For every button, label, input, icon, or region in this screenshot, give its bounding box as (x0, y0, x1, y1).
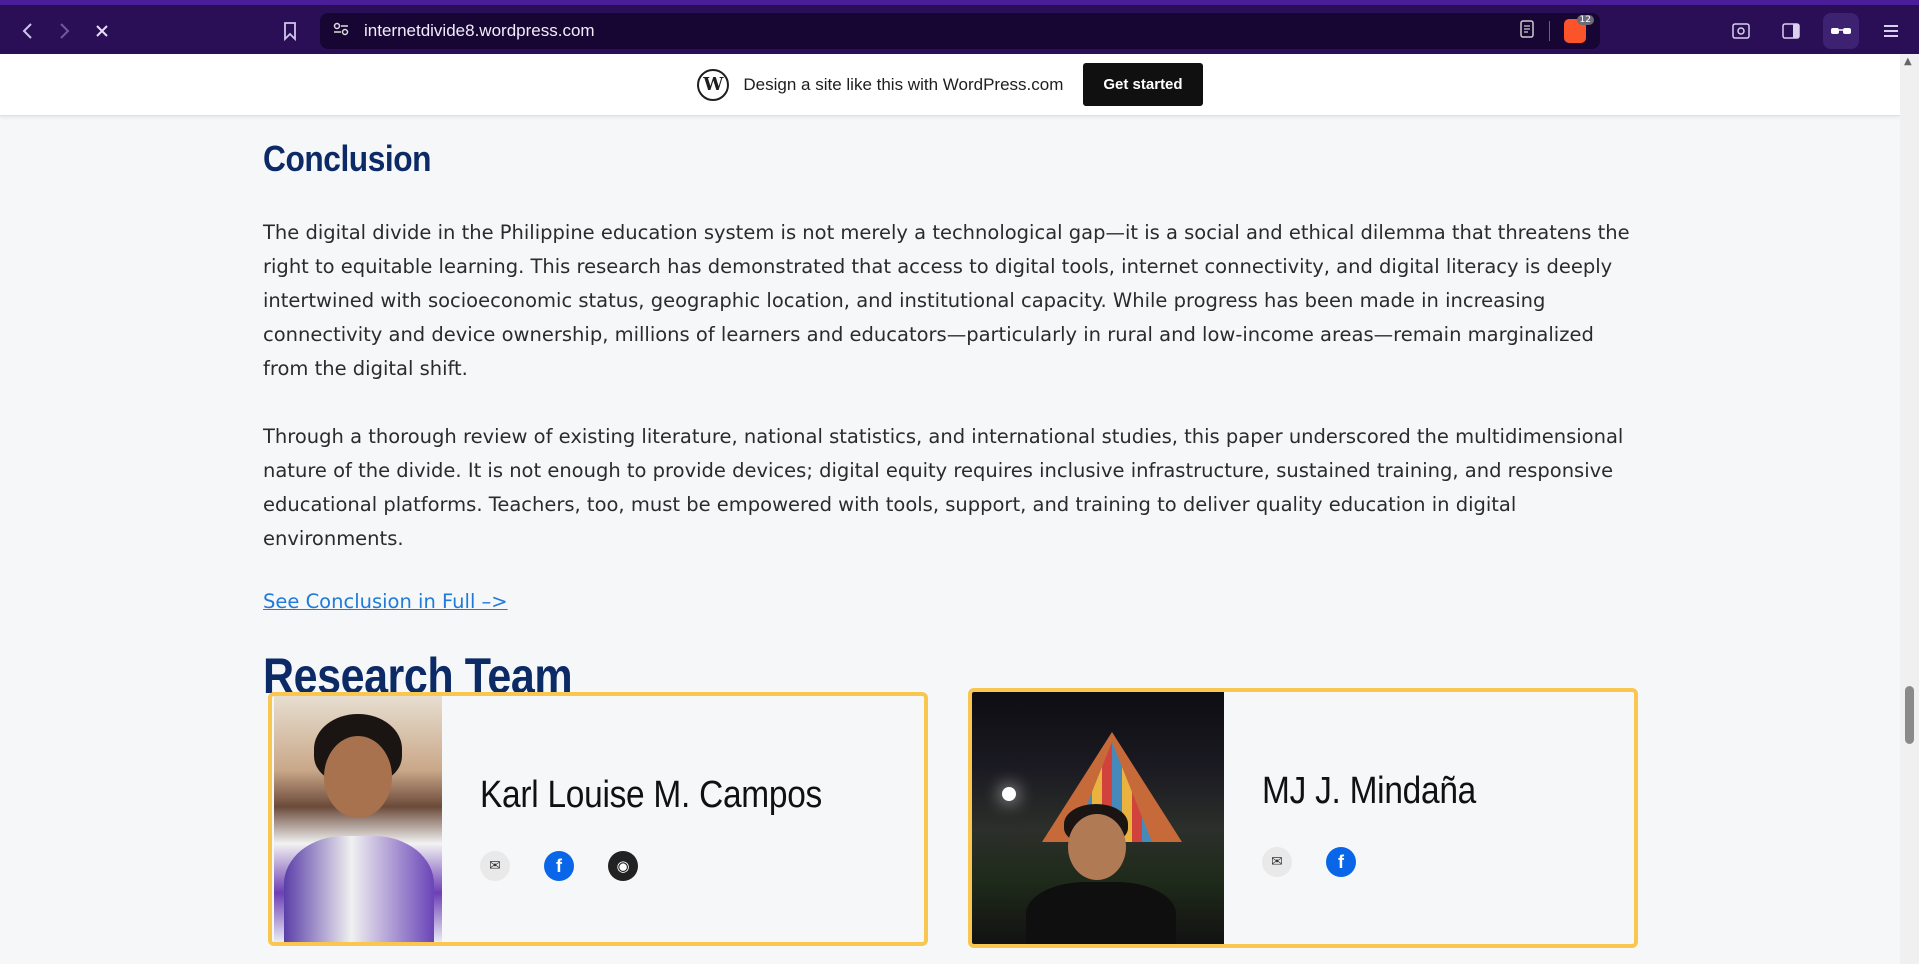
conclusion-paragraph-1: The digital divide in the Philippine edu… (263, 221, 1630, 380)
member-photo (274, 696, 442, 942)
page-scrollbar[interactable]: ▲ (1900, 54, 1919, 964)
brave-shields-icon[interactable]: 12 (1564, 15, 1594, 43)
bookmark-icon[interactable] (274, 15, 306, 47)
main-content: Conclusion The digital divide in the Phi… (263, 116, 1633, 705)
social-links: ✉ f ◉ (480, 851, 924, 881)
browser-toolbar: internetdivide8.wordpress.com 12 (0, 0, 1919, 54)
github-icon[interactable]: ◉ (608, 851, 638, 881)
facebook-icon[interactable]: f (1326, 847, 1356, 877)
team-member-card: Karl Louise M. Campos ✉ f ◉ (268, 692, 928, 946)
mail-icon[interactable]: ✉ (480, 851, 510, 881)
banner-text: Design a site like this with WordPress.c… (743, 74, 1064, 94)
url-text: internetdivide8.wordpress.com (364, 21, 595, 40)
shields-count-badge: 12 (1576, 15, 1594, 25)
site-info-icon[interactable] (332, 21, 350, 41)
sidebar-toggle-icon[interactable] (1773, 13, 1809, 49)
scroll-thumb[interactable] (1905, 686, 1914, 744)
stop-loading-icon[interactable] (86, 15, 118, 47)
team-member-card: MJ J. Mindaña ✉ f (968, 688, 1638, 948)
forward-icon[interactable] (48, 15, 80, 47)
mail-icon[interactable]: ✉ (1262, 847, 1292, 877)
social-links: ✉ f (1262, 847, 1634, 877)
menu-icon[interactable] (1873, 13, 1909, 49)
see-conclusion-link[interactable]: See Conclusion in Full –> (263, 590, 508, 613)
back-icon[interactable] (12, 15, 44, 47)
wordpress-logo-icon[interactable]: W (697, 68, 730, 101)
get-started-button[interactable]: Get started (1083, 63, 1203, 106)
wordpress-banner: W Design a site like this with WordPress… (0, 54, 1900, 116)
facebook-icon[interactable]: f (544, 851, 574, 881)
divider (1549, 21, 1550, 41)
member-name: Karl Louise M. Campos (480, 774, 823, 816)
scroll-up-icon[interactable]: ▲ (1904, 56, 1912, 67)
conclusion-heading: Conclusion (263, 138, 432, 179)
conclusion-paragraph-2: Through a thorough review of existing li… (263, 425, 1624, 550)
reader-mode-icon[interactable] (1519, 20, 1535, 42)
screenshot-icon[interactable] (1723, 13, 1759, 49)
address-bar[interactable]: internetdivide8.wordpress.com 12 (320, 13, 1600, 49)
member-name: MJ J. Mindaña (1262, 770, 1477, 812)
member-photo (972, 692, 1224, 944)
private-glasses-icon[interactable] (1823, 13, 1859, 49)
